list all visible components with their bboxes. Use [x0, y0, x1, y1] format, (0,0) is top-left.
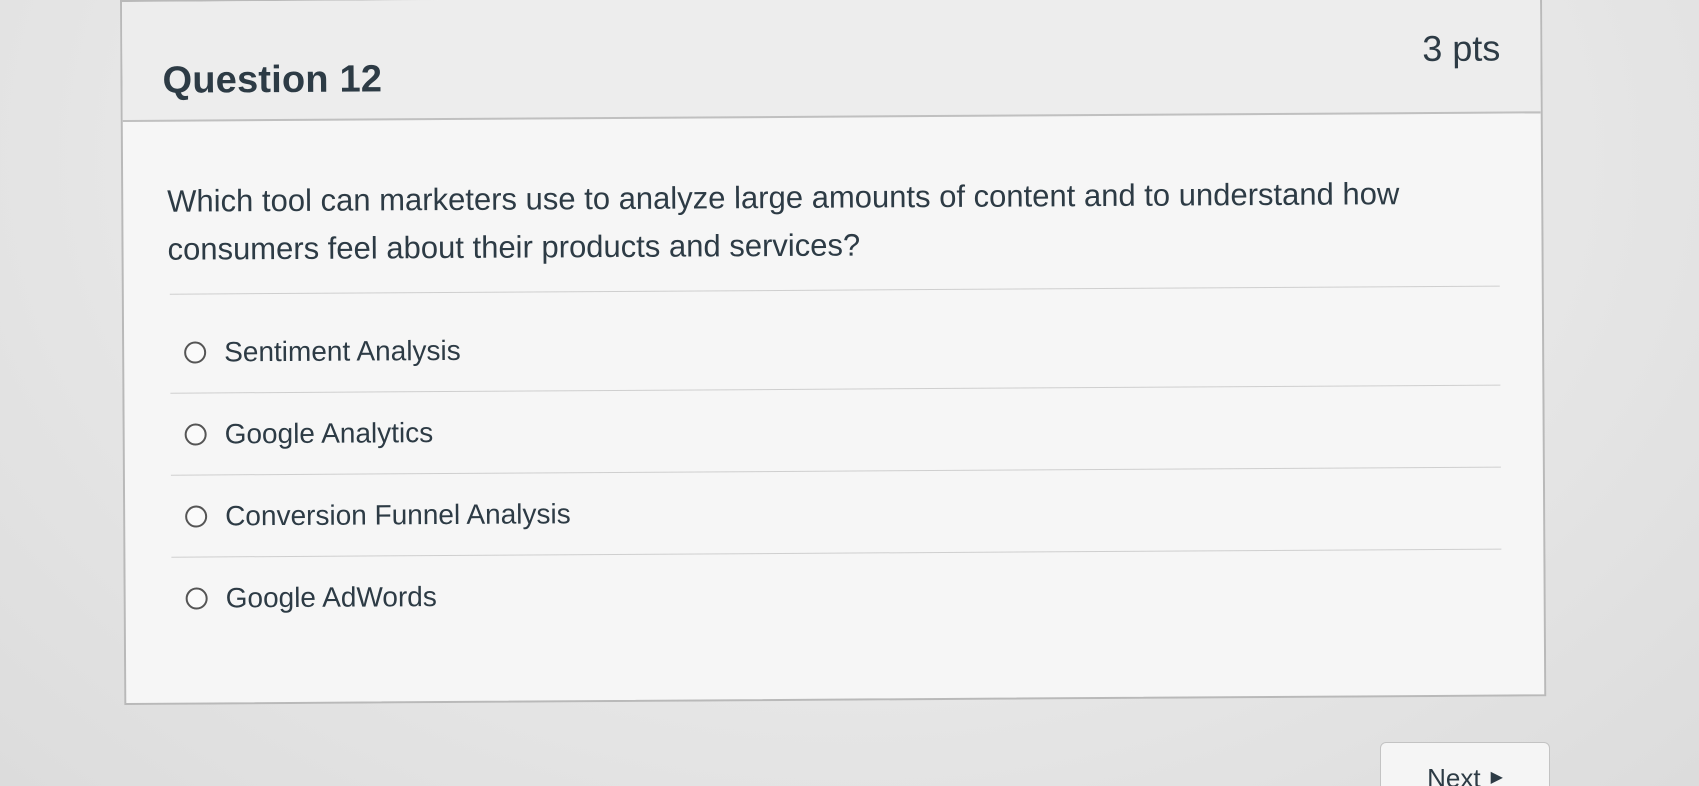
answer-label: Google AdWords: [225, 581, 437, 614]
answer-label: Conversion Funnel Analysis: [225, 497, 571, 531]
question-header: Question 12 3 pts: [122, 0, 1541, 122]
answer-option-google-analytics[interactable]: Google Analytics: [170, 385, 1501, 476]
radio-button[interactable]: [184, 340, 207, 364]
answer-option-google-adwords[interactable]: Google AdWords: [171, 550, 1501, 640]
answer-option-sentiment-analysis[interactable]: Sentiment Analysis: [169, 303, 1501, 394]
question-text: Which tool can marketers use to analyze …: [167, 176, 1400, 267]
next-button-label: Next: [1427, 763, 1481, 786]
answer-list: Sentiment Analysis Google Analytics Conv…: [169, 303, 1502, 640]
next-button[interactable]: Next ▶: [1380, 742, 1550, 786]
question-points: 3 pts: [1422, 27, 1501, 70]
radio-button[interactable]: [185, 587, 208, 610]
radio-button[interactable]: [185, 504, 208, 528]
answer-option-conversion-funnel-analysis[interactable]: Conversion Funnel Analysis: [170, 467, 1502, 558]
question-title: Question 12: [162, 58, 383, 102]
triangle-right-icon: ▶: [1490, 769, 1503, 786]
question-card: Question 12 3 pts Which tool can markete…: [120, 0, 1547, 705]
quiz-screen: Question 12 3 pts Which tool can markete…: [0, 0, 1699, 786]
question-divider: [169, 285, 1500, 295]
answer-label: Sentiment Analysis: [224, 334, 461, 367]
radio-button[interactable]: [184, 422, 207, 446]
answer-label: Google Analytics: [224, 416, 434, 449]
